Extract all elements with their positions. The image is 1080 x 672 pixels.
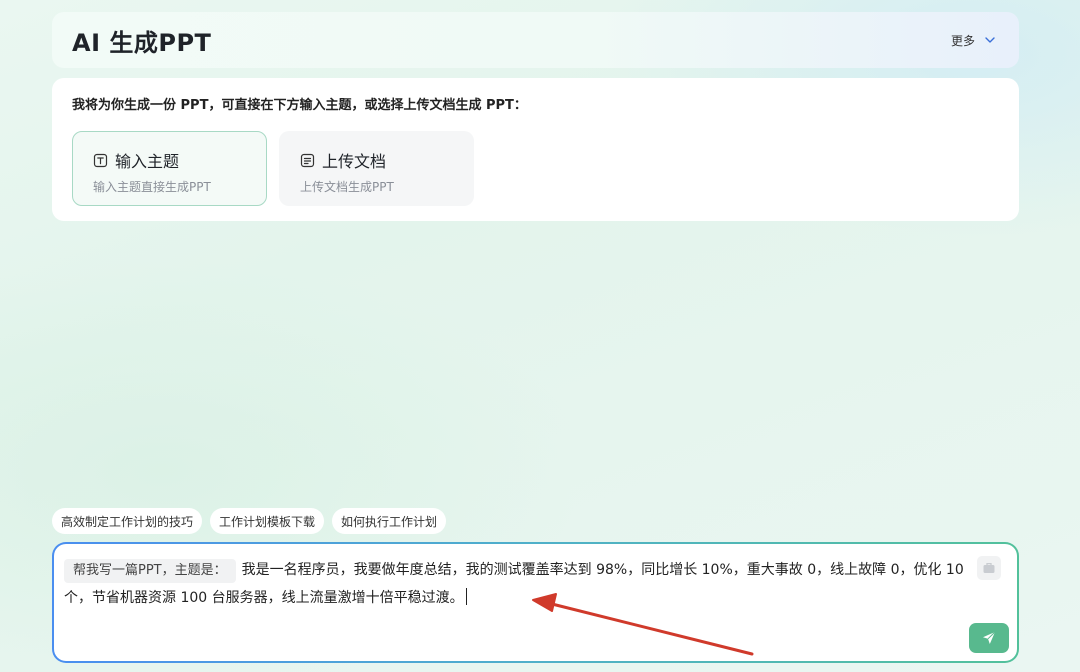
chevron-down-icon bbox=[985, 37, 995, 43]
page-header: AI 生成PPT 更多 bbox=[52, 12, 1019, 68]
option-subtitle: 上传文档生成PPT bbox=[300, 180, 394, 194]
suggestion-chips: 高效制定工作计划的技巧 工作计划模板下载 如何执行工作计划 bbox=[52, 508, 447, 534]
suggestion-chip[interactable]: 如何执行工作计划 bbox=[332, 508, 447, 534]
prompt-input-box[interactable]: 帮我写一篇PPT，主题是： 我是一名程序员，我要做年度总结，我的测试覆盖率达到 9… bbox=[52, 542, 1019, 663]
more-label: 更多 bbox=[950, 33, 975, 48]
attach-button[interactable] bbox=[977, 556, 1001, 580]
more-dropdown[interactable]: 更多 bbox=[951, 32, 997, 49]
document-icon bbox=[300, 153, 315, 167]
panel-intro: 我将为你生成一份 PPT，可直接在下方输入主题，或选择上传文档生成 PPT： bbox=[72, 98, 527, 113]
suggestion-chip[interactable]: 高效制定工作计划的技巧 bbox=[52, 508, 203, 534]
briefcase-icon bbox=[983, 562, 995, 573]
option-input-topic[interactable]: 输入主题 输入主题直接生成PPT bbox=[72, 131, 267, 206]
generation-panel: 我将为你生成一份 PPT，可直接在下方输入主题，或选择上传文档生成 PPT： 输… bbox=[52, 78, 1019, 221]
option-title: 输入主题 bbox=[115, 152, 180, 171]
prompt-input[interactable]: 帮我写一篇PPT，主题是： 我是一名程序员，我要做年度总结，我的测试覆盖率达到 9… bbox=[64, 556, 964, 612]
prompt-tag: 帮我写一篇PPT，主题是： bbox=[64, 559, 236, 583]
option-subtitle: 输入主题直接生成PPT bbox=[93, 180, 211, 194]
send-button[interactable] bbox=[969, 623, 1009, 653]
text-t-icon bbox=[93, 153, 108, 167]
text-caret bbox=[465, 588, 467, 605]
page-title: AI 生成PPT bbox=[72, 28, 212, 57]
mode-options: 输入主题 输入主题直接生成PPT 上传文档 上传文档生成PPT bbox=[72, 131, 999, 206]
option-upload-document[interactable]: 上传文档 上传文档生成PPT bbox=[279, 131, 474, 206]
suggestion-chip[interactable]: 工作计划模板下载 bbox=[210, 508, 325, 534]
option-title: 上传文档 bbox=[322, 152, 387, 171]
send-icon bbox=[983, 631, 996, 644]
